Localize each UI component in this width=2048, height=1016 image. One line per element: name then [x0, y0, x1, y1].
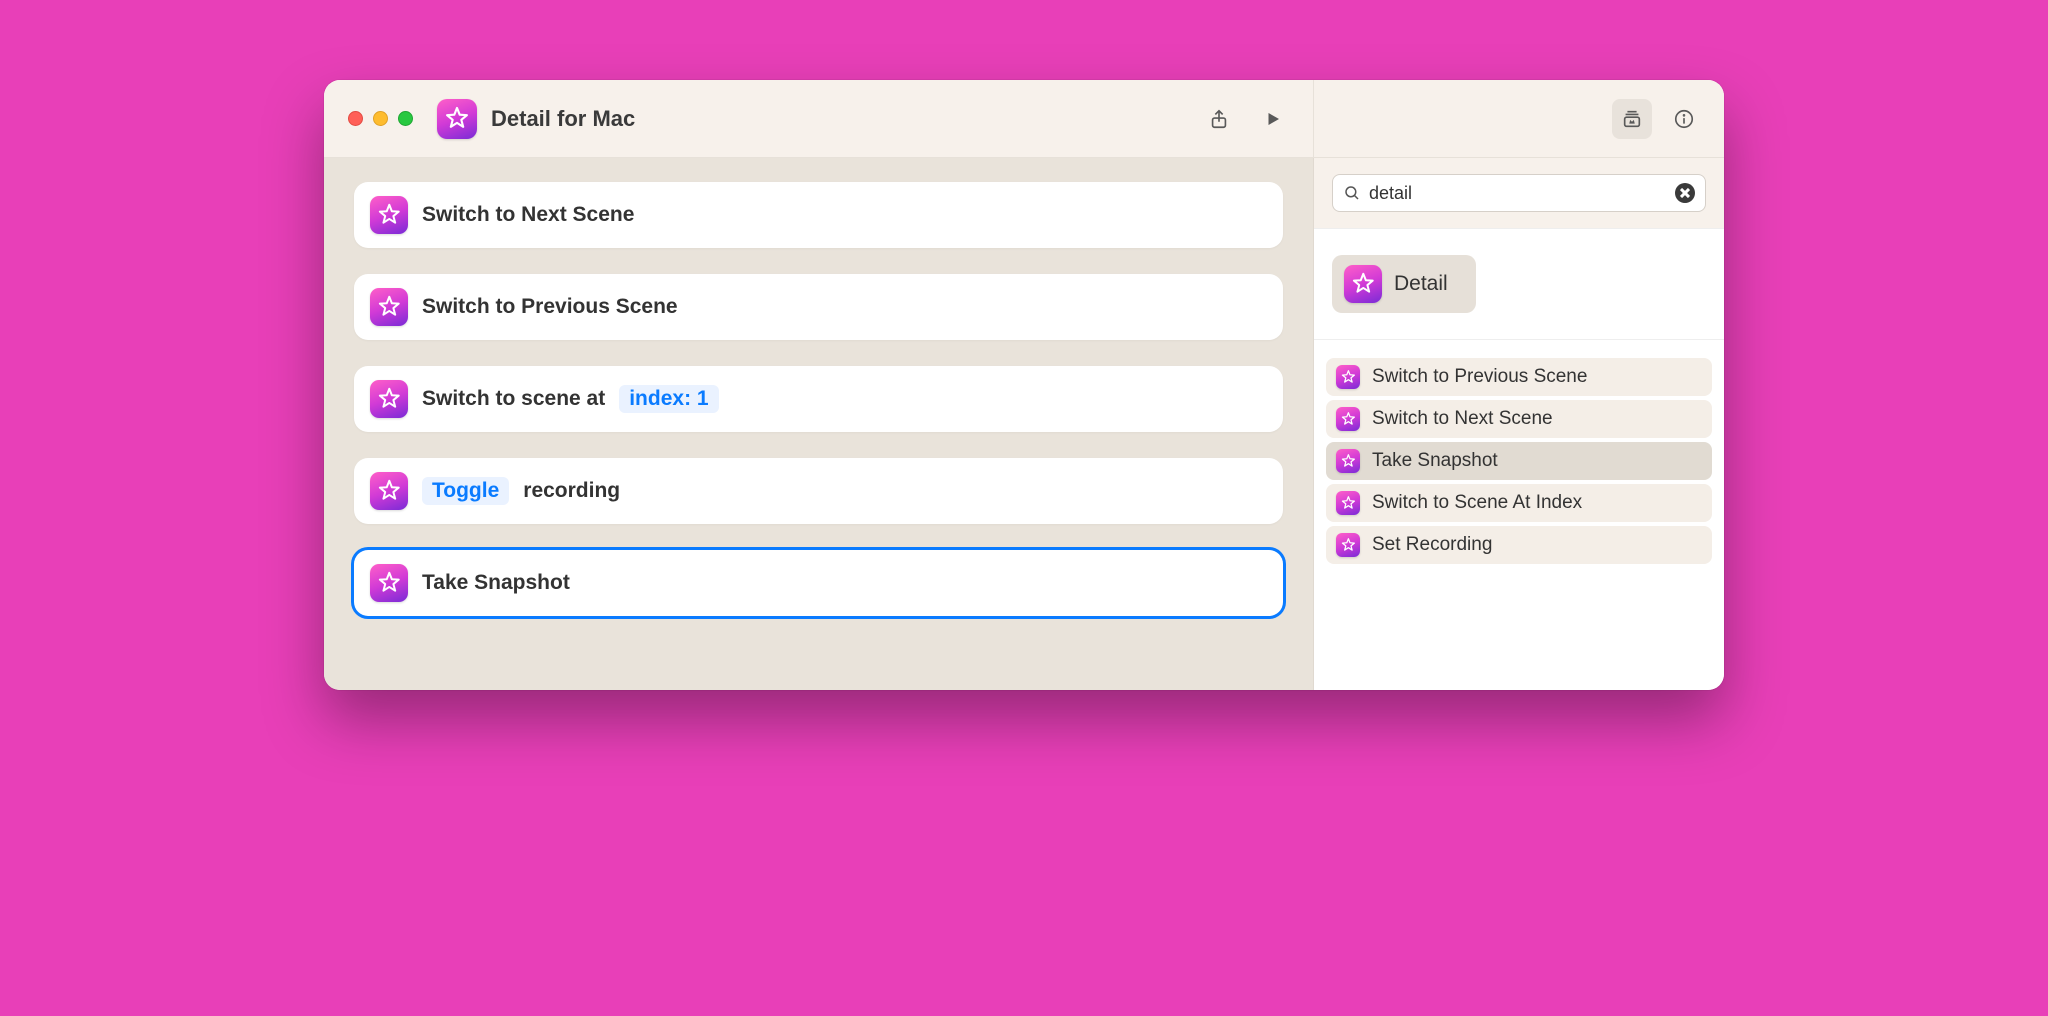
search-icon [1343, 184, 1361, 202]
titlebar: Detail for Mac [324, 80, 1724, 158]
action-switch-previous-scene[interactable]: Switch to Previous Scene [354, 274, 1283, 340]
close-window-button[interactable] [348, 111, 363, 126]
action-switch-next-scene[interactable]: Switch to Next Scene [354, 182, 1283, 248]
library-item-label: Take Snapshot [1372, 450, 1498, 472]
action-toggle-recording[interactable]: Toggle recording [354, 458, 1283, 524]
window-controls [348, 111, 413, 126]
library-item-label: Switch to Scene At Index [1372, 492, 1582, 514]
library-item-label: Set Recording [1372, 534, 1492, 556]
library-item-switch-previous-scene[interactable]: Switch to Previous Scene [1326, 358, 1712, 396]
action-app-icon [370, 380, 408, 418]
library-app-pill[interactable]: Detail [1332, 255, 1476, 313]
library-app-label: Detail [1394, 272, 1448, 296]
action-switch-scene-index[interactable]: Switch to scene at index: 1 [354, 366, 1283, 432]
zoom-window-button[interactable] [398, 111, 413, 126]
detail-app-icon [1344, 265, 1382, 303]
recording-mode-token[interactable]: Toggle [422, 477, 509, 505]
workflow-pane: Switch to Next Scene Switch to Previous … [324, 158, 1314, 690]
clear-search-button[interactable] [1675, 183, 1695, 203]
library-item-take-snapshot[interactable]: Take Snapshot [1326, 442, 1712, 480]
detail-app-icon [1336, 365, 1360, 389]
run-button[interactable] [1253, 99, 1293, 139]
titlebar-left: Detail for Mac [324, 80, 1314, 157]
action-app-icon [370, 564, 408, 602]
action-app-icon [370, 196, 408, 234]
library-item-label: Switch to Next Scene [1372, 408, 1553, 430]
library-action-list: Switch to Previous Scene Switch to Next … [1314, 340, 1724, 582]
detail-app-icon [1336, 533, 1360, 557]
library-item-label: Switch to Previous Scene [1372, 366, 1587, 388]
scene-index-token[interactable]: index: 1 [619, 385, 718, 413]
share-button[interactable] [1199, 99, 1239, 139]
action-label: Switch to Next Scene [422, 203, 634, 227]
window-body: Switch to Next Scene Switch to Previous … [324, 158, 1724, 690]
library-app-section: Detail [1314, 229, 1724, 340]
library-item-set-recording[interactable]: Set Recording [1326, 526, 1712, 564]
detail-app-icon [1336, 407, 1360, 431]
minimize-window-button[interactable] [373, 111, 388, 126]
action-app-icon [370, 288, 408, 326]
action-take-snapshot[interactable]: Take Snapshot [354, 550, 1283, 616]
library-pane: Detail Switch to Previous Scene Switch t… [1314, 158, 1724, 690]
search-wrap [1314, 158, 1724, 229]
action-label: Take Snapshot [422, 571, 570, 595]
search-field[interactable] [1332, 174, 1706, 212]
info-button[interactable] [1664, 99, 1704, 139]
action-app-icon [370, 472, 408, 510]
action-label: Switch to Previous Scene [422, 295, 678, 319]
library-item-switch-next-scene[interactable]: Switch to Next Scene [1326, 400, 1712, 438]
library-item-switch-scene-at-index[interactable]: Switch to Scene At Index [1326, 484, 1712, 522]
action-label: Switch to scene at [422, 387, 605, 411]
app-icon [437, 99, 477, 139]
action-label: recording [523, 479, 620, 503]
library-toggle-button[interactable] [1612, 99, 1652, 139]
shortcuts-window: Detail for Mac [324, 80, 1724, 690]
detail-app-icon [1336, 449, 1360, 473]
window-title: Detail for Mac [491, 106, 635, 132]
titlebar-right [1314, 80, 1724, 157]
search-input[interactable] [1369, 183, 1667, 204]
detail-app-icon [1336, 491, 1360, 515]
